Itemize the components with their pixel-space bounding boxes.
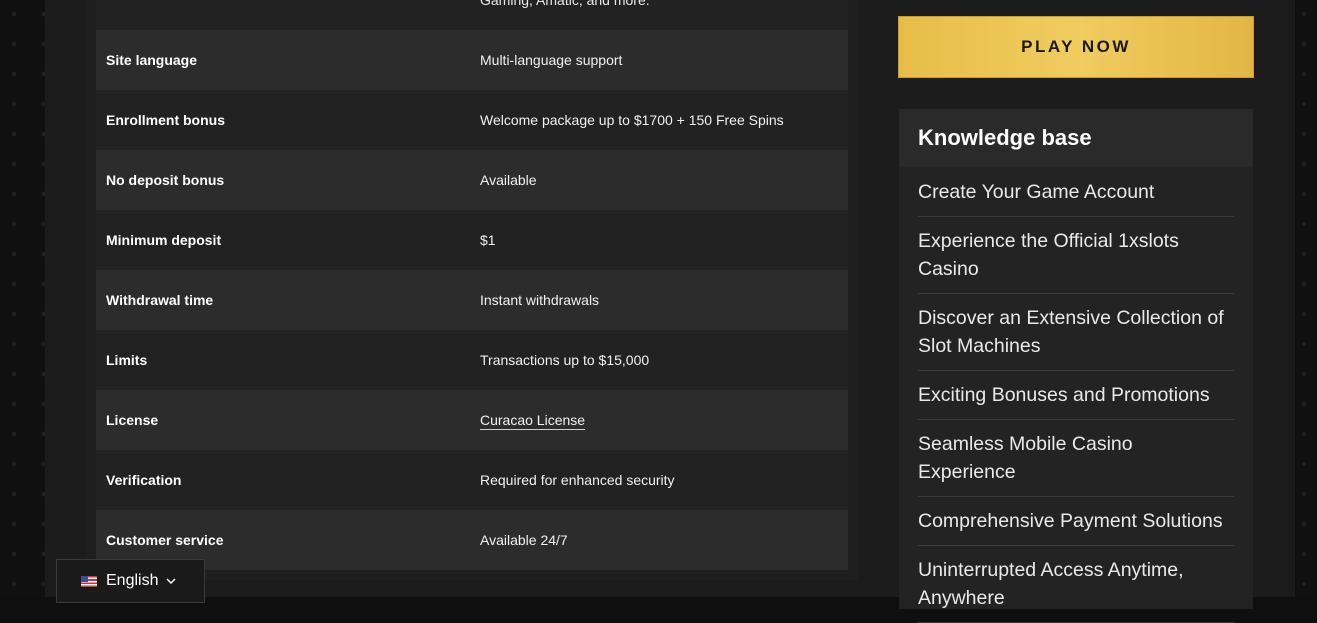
table-cell-label: No deposit bonus — [106, 172, 225, 188]
knowledge-base-link[interactable]: Create Your Game Account — [918, 167, 1234, 217]
table-row: Customer service Available 24/7 — [96, 510, 848, 570]
table-row: Limits Transactions up to $15,000 — [96, 330, 848, 390]
knowledge-base-link[interactable]: Exciting Bonuses and Promotions — [918, 371, 1234, 420]
table-cell-value: Gaming, Amatic, and more. — [480, 0, 650, 8]
table-cell-label: Withdrawal time — [106, 292, 214, 308]
table-cell-label: Site language — [106, 52, 198, 68]
knowledge-base-link[interactable]: Experience the Official 1xslots Casino — [918, 217, 1234, 294]
table-row: Enrollment bonus Welcome package up to $… — [96, 90, 848, 150]
knowledge-base-list: Create Your Game Account Experience the … — [899, 167, 1253, 623]
table-cell-value: Available 24/7 — [480, 532, 568, 548]
table-cell-label: Minimum deposit — [106, 232, 222, 248]
table-cell-label: Verification — [106, 472, 182, 488]
table-row: Verification Required for enhanced secur… — [96, 450, 848, 510]
table-cell-label: License — [106, 412, 159, 428]
table-cell-label: Customer service — [106, 532, 224, 548]
table-cell-value: Available — [480, 172, 537, 188]
knowledge-base-panel: Knowledge base Create Your Game Account … — [899, 109, 1253, 623]
language-label: English — [106, 572, 159, 589]
table-cell-value: Transactions up to $15,000 — [480, 352, 650, 368]
chevron-down-icon — [166, 578, 177, 585]
table-row-partial: Gaming, Amatic, and more. — [96, 0, 848, 28]
knowledge-base-link[interactable]: Discover an Extensive Collection of Slot… — [918, 294, 1234, 371]
knowledge-base-link[interactable]: Seamless Mobile Casino Experience — [918, 420, 1234, 497]
table-cell-label: Limits — [106, 352, 148, 368]
table-cell-label: Enrollment bonus — [106, 112, 225, 128]
table-cell-value: Curacao License — [480, 412, 586, 430]
table-cell-value: $1 — [480, 232, 496, 248]
knowledge-base-link[interactable]: Comprehensive Payment Solutions — [918, 497, 1234, 546]
us-flag-icon — [81, 575, 97, 587]
table-row: Site language Multi-language support — [96, 30, 848, 90]
table-cell-value: Multi-language support — [480, 52, 623, 68]
table-row: License Curacao License — [96, 390, 848, 450]
table-cell-value: Required for enhanced security — [480, 472, 675, 488]
table-row: Withdrawal time Instant withdrawals — [96, 270, 848, 330]
language-switcher[interactable]: English — [56, 559, 205, 603]
table-cell-value: Instant withdrawals — [480, 292, 600, 308]
license-link[interactable]: Curacao License — [480, 412, 586, 430]
knowledge-base-link[interactable]: Uninterrupted Access Anytime, Anywhere — [918, 546, 1234, 623]
table-cell-value: Welcome package up to $1700 + 150 Free S… — [480, 112, 784, 128]
knowledge-base-title: Knowledge base — [899, 109, 1253, 167]
table-row: Minimum deposit $1 — [96, 210, 848, 270]
table-row: No deposit bonus Available — [96, 150, 848, 210]
play-now-button[interactable]: PLAY NOW — [898, 16, 1254, 78]
casino-info-table: Site language Multi-language support Enr… — [96, 30, 848, 570]
